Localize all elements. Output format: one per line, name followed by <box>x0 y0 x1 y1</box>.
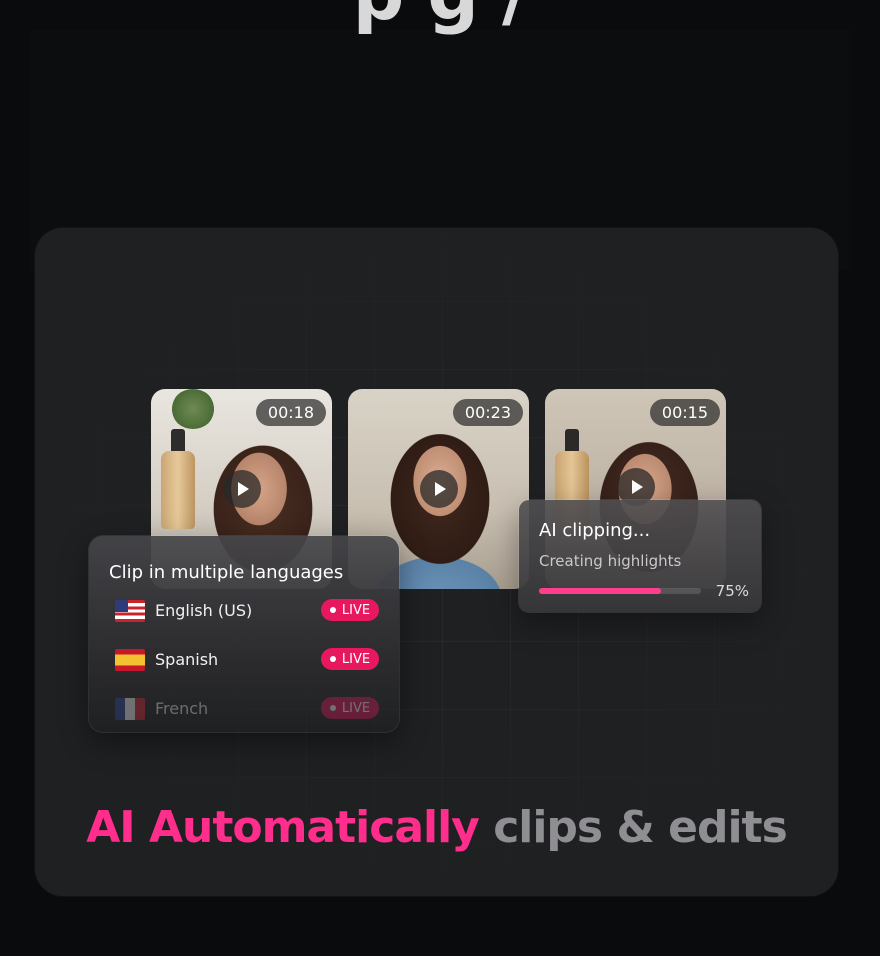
clip-duration: 00:15 <box>649 399 720 426</box>
language-row-french[interactable]: French LIVE <box>115 696 379 722</box>
live-badge: LIVE <box>321 697 379 719</box>
languages-panel-title: Clip in multiple languages <box>109 562 344 583</box>
progress-bar <box>539 588 701 594</box>
ai-clipping-panel: AI clipping... Creating highlights 75% <box>519 500 761 612</box>
ai-clipping-subtitle: Creating highlights <box>539 552 682 570</box>
language-name: English (US) <box>155 601 253 620</box>
languages-panel: Clip in multiple languages English (US) … <box>89 536 399 732</box>
headline-accent: AI Automatically <box>86 802 480 853</box>
clip-duration: 00:23 <box>452 399 523 426</box>
spain-flag-icon <box>115 649 145 671</box>
bottle-decoration <box>161 429 195 529</box>
play-icon[interactable] <box>222 470 261 508</box>
ai-clipping-title: AI clipping... <box>539 520 651 541</box>
clip-duration: 00:18 <box>255 399 326 426</box>
france-flag-icon <box>115 698 145 720</box>
headline-rest: clips & edits <box>493 802 788 853</box>
headline: AI Automatically clips & edits <box>35 802 838 853</box>
progress-percent: 75% <box>715 582 749 600</box>
live-dot-icon <box>329 607 336 613</box>
page-heading-cut-off: p g / <box>0 0 880 36</box>
language-row-spanish[interactable]: Spanish LIVE <box>115 647 379 673</box>
language-name: French <box>155 699 209 718</box>
language-row-english[interactable]: English (US) LIVE <box>115 598 379 624</box>
live-badge: LIVE <box>321 599 379 621</box>
live-dot-icon <box>329 705 336 711</box>
live-badge: LIVE <box>321 648 379 670</box>
feature-card: 00:18 00:23 00:15 Clip in multiple langu… <box>35 228 838 896</box>
plant-decoration <box>171 389 215 429</box>
play-icon[interactable] <box>419 470 458 508</box>
progress-fill <box>539 588 661 594</box>
live-dot-icon <box>329 656 336 662</box>
language-name: Spanish <box>155 650 219 669</box>
us-flag-icon <box>115 600 145 622</box>
